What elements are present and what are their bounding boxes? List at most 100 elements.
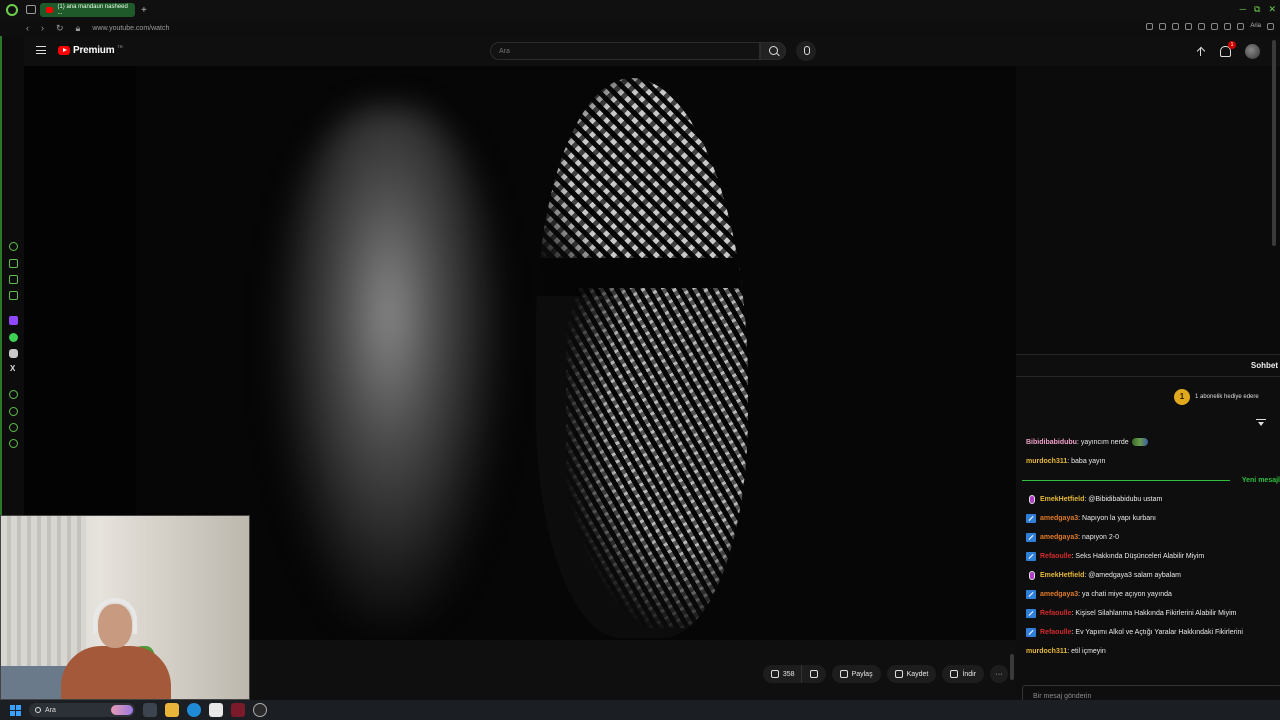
sword-badge-icon <box>1026 628 1036 637</box>
country-code: TR <box>117 44 123 49</box>
snapshot-icon[interactable] <box>1159 23 1167 30</box>
emote-icon <box>1131 438 1148 447</box>
avatar[interactable] <box>1245 44 1260 59</box>
workspace-icon[interactable] <box>9 259 18 268</box>
reload-icon[interactable]: ↻ <box>56 23 64 34</box>
back-icon[interactable]: ‹ <box>26 23 29 34</box>
x-twitter-icon[interactable]: X <box>10 364 15 373</box>
chat-message: Bibidibabidubu: yayıncım nerde <box>1016 433 1280 452</box>
voice-search-icon[interactable] <box>796 41 816 61</box>
gift-banner[interactable]: 1 1 abonelik hediye edere <box>1174 389 1259 405</box>
chat-username[interactable]: amedgaya3 <box>1040 515 1078 522</box>
video-actions: 358 Paylaş Kaydet İndir ··· <box>762 665 1008 683</box>
notifications-icon[interactable]: 1 <box>1220 41 1236 57</box>
task-view-icon[interactable] <box>143 703 157 717</box>
history-icon[interactable] <box>9 390 18 399</box>
calendar-icon[interactable] <box>9 291 18 300</box>
vpn-icon[interactable] <box>1172 23 1180 30</box>
dislike-button[interactable] <box>800 665 826 683</box>
wallet-icon[interactable] <box>1224 23 1232 30</box>
chat-title: Sohbet <box>1016 355 1280 377</box>
browser-tab-bar: (1) ana mandaun nasheed ... + ─ ⧉ ✕ <box>0 0 1280 20</box>
new-tab-button[interactable]: + <box>141 5 147 16</box>
youtube-header: Premium TR 1 <box>24 36 1280 66</box>
hamburger-menu-icon[interactable] <box>36 46 46 54</box>
upload-icon[interactable] <box>1196 46 1206 58</box>
chat-username[interactable]: EmekHetfield <box>1040 496 1084 503</box>
player-icon[interactable] <box>1185 23 1193 30</box>
whatsapp-icon[interactable] <box>9 333 18 342</box>
chat-text: : @Bibidibabidubu ustam <box>1084 496 1163 503</box>
sword-badge-icon <box>1026 552 1036 561</box>
like-button[interactable]: 358 <box>762 665 801 683</box>
shield-icon[interactable] <box>1146 23 1154 30</box>
aria-button[interactable]: Aria <box>1250 23 1261 30</box>
chat-username[interactable]: Bibidibabidubu <box>1026 439 1077 446</box>
youtube-logo[interactable]: Premium TR <box>58 44 123 56</box>
minimize-button[interactable]: ─ <box>1240 4 1246 15</box>
opera-logo-icon[interactable] <box>6 4 18 16</box>
download-button[interactable]: İndir <box>942 665 984 683</box>
chat-text: : Ev Yapımı Alkol ve Açtığı Yaralar Hakk… <box>1071 629 1243 636</box>
chat-text: : napıyon 2-0 <box>1078 534 1120 541</box>
chat-text: : Seks Hakkında Düşünceleri Alabilir Miy… <box>1071 553 1205 560</box>
save-button[interactable]: Kaydet <box>886 665 937 683</box>
twitch-icon[interactable] <box>9 316 18 325</box>
header-actions: 1 <box>1196 41 1260 59</box>
download-icon[interactable] <box>1237 23 1245 30</box>
page-scrollbar[interactable] <box>1010 654 1014 680</box>
taskbar-search-label: Ara <box>45 706 56 714</box>
chat-username[interactable]: murdoch311 <box>1026 648 1067 655</box>
search-input[interactable] <box>490 42 760 60</box>
settings-icon[interactable] <box>9 439 18 448</box>
clock-icon[interactable] <box>9 407 18 416</box>
tab-youtube[interactable]: (1) ana mandaun nasheed ... <box>40 3 135 17</box>
chat-messages: Bibidibabidubu: yayıncım nerde murdoch31… <box>1016 433 1280 661</box>
chat-username[interactable]: EmekHetfield <box>1040 572 1084 579</box>
chat-text: : Kişisel Silahlanma Hakkında Fikirlerin… <box>1071 610 1237 617</box>
menu-icon[interactable] <box>1267 23 1274 30</box>
chat-username[interactable]: murdoch311 <box>1026 458 1067 465</box>
chat-username[interactable]: Refaoulle <box>1040 610 1072 617</box>
video-blurred-figure <box>274 106 504 626</box>
thumbs-down-icon <box>809 670 818 678</box>
new-messages-label: Yeni mesajl <box>1241 477 1280 484</box>
taskbar-search[interactable]: Ara <box>29 703 135 717</box>
search-icon <box>35 707 41 713</box>
extensions-icon[interactable] <box>1211 23 1219 30</box>
forward-icon[interactable]: › <box>41 23 44 34</box>
chat-filter-icon[interactable] <box>1256 419 1266 427</box>
share-button[interactable]: Paylaş <box>831 665 881 683</box>
lock-icon[interactable]: 🔒︎ <box>76 23 81 34</box>
sword-badge-icon <box>1026 590 1036 599</box>
edge-icon[interactable] <box>187 703 201 717</box>
chat-text: : Napıyon la yapı kurbanı <box>1078 515 1156 522</box>
browser-scrollbar[interactable] <box>1272 40 1276 246</box>
tab-manager-icon[interactable] <box>26 5 36 14</box>
share-label: Paylaş <box>851 670 873 678</box>
more-actions-button[interactable]: ··· <box>990 665 1008 683</box>
chat-username[interactable]: Refaoulle <box>1040 553 1072 560</box>
url-field[interactable]: www.youtube.com/watch <box>92 25 169 32</box>
search-button[interactable] <box>760 42 786 60</box>
discord-icon[interactable] <box>9 349 18 358</box>
opera-gx-icon[interactable] <box>231 703 245 717</box>
close-button[interactable]: ✕ <box>1268 4 1276 15</box>
obs-icon[interactable] <box>253 703 267 717</box>
chat-message: EmekHetfield: @Bibidibabidubu ustam <box>1016 490 1280 509</box>
messenger-icon[interactable] <box>9 275 18 284</box>
maximize-button[interactable]: ⧉ <box>1254 4 1260 15</box>
heart-icon[interactable] <box>1198 23 1206 30</box>
chat-username[interactable]: Refaoulle <box>1040 629 1072 636</box>
file-explorer-icon[interactable] <box>165 703 179 717</box>
store-icon[interactable] <box>209 703 223 717</box>
chat-username[interactable]: amedgaya3 <box>1040 591 1078 598</box>
chatgpt-icon[interactable] <box>9 242 18 251</box>
windows-start-icon[interactable] <box>10 704 21 716</box>
chat-text: : etil içmeyin <box>1067 648 1106 655</box>
chat-username[interactable]: amedgaya3 <box>1040 534 1078 541</box>
webcam-overlay <box>0 515 250 700</box>
pinboard-icon[interactable] <box>9 423 18 432</box>
sword-badge-icon <box>1026 514 1036 523</box>
windows-taskbar: Ara <box>0 700 1280 720</box>
